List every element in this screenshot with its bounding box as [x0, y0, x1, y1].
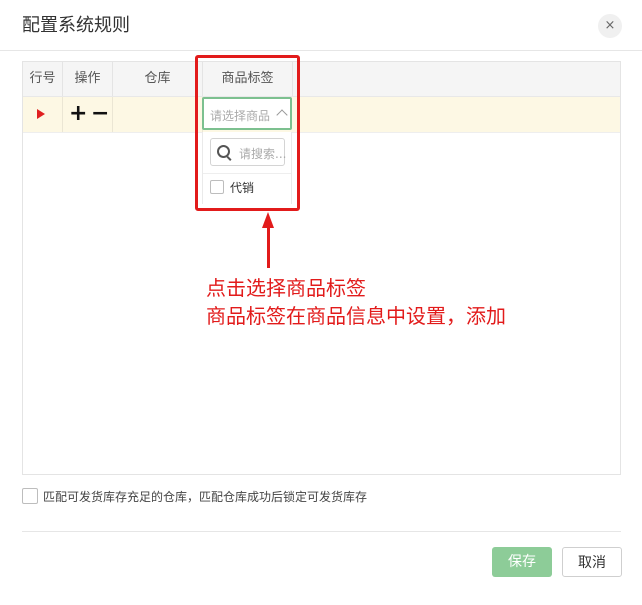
remove-row-button[interactable]: − [91, 101, 109, 127]
table-row[interactable]: + − [23, 97, 620, 133]
column-header-actions: 操作 [63, 62, 113, 96]
actions-cell: + − [63, 97, 113, 132]
column-header-warehouse: 仓库 [113, 62, 203, 96]
dialog-title: 配置系统规则 [22, 15, 130, 36]
close-icon[interactable]: × [598, 14, 622, 38]
annotation-highlight-box [195, 55, 300, 211]
annotation-line-1: 点击选择商品标签 [206, 276, 366, 300]
add-row-button[interactable]: + [69, 101, 87, 127]
match-warehouse-checkbox[interactable] [22, 488, 38, 504]
rules-table: 行号 操作 仓库 商品标签 + − [22, 61, 621, 475]
warehouse-cell[interactable] [113, 97, 203, 132]
column-header-row-number: 行号 [23, 62, 63, 96]
current-row-indicator-icon [37, 109, 45, 119]
config-rule-dialog: 配置系统规则 × 行号 操作 仓库 商品标签 + − 请选择商品 请搜索... [0, 0, 642, 605]
save-button[interactable]: 保存 [492, 547, 552, 577]
cancel-button[interactable]: 取消 [562, 547, 622, 577]
footer-divider [22, 531, 621, 532]
annotation-arrow-line [267, 226, 270, 268]
annotation-line-2: 商品标签在商品信息中设置，添加 [206, 304, 506, 328]
header-divider [0, 50, 642, 51]
table-header: 行号 操作 仓库 商品标签 [23, 62, 620, 97]
row-number-cell [23, 97, 63, 132]
match-warehouse-label: 匹配可发货库存充足的仓库，匹配仓库成功后锁定可发货库存 [43, 490, 368, 504]
